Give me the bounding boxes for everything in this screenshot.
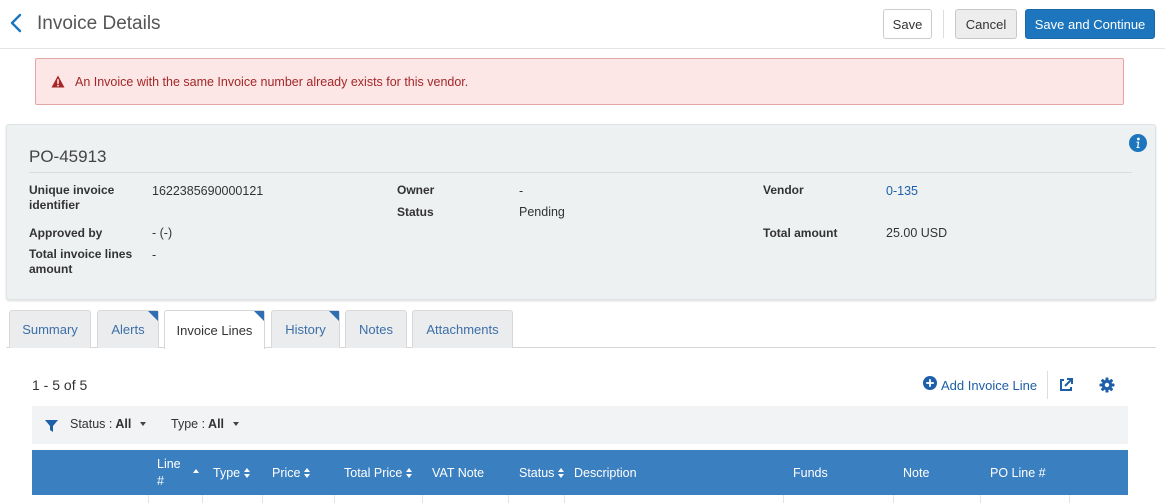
tab-invoice-lines[interactable]: Invoice Lines <box>164 310 265 349</box>
owner-value: - <box>519 184 524 198</box>
column-label: VAT Note <box>432 465 485 480</box>
sort-icon <box>406 467 413 478</box>
column-divider <box>893 495 894 503</box>
owner-label: Owner <box>397 183 435 197</box>
warning-icon <box>51 75 65 88</box>
approved-by-value: - (-) <box>152 226 173 240</box>
tab-summary[interactable]: Summary <box>9 310 91 348</box>
column-divider <box>564 495 565 503</box>
status-filter-value: All <box>115 417 132 431</box>
tab-label: Alerts <box>111 322 145 337</box>
tab-label: Attachments <box>426 322 499 337</box>
tab-indicator-flag <box>254 311 264 321</box>
column-divider <box>422 495 423 503</box>
column-label: Funds <box>793 465 828 480</box>
column-divider <box>508 495 509 503</box>
results-count: 1 - 5 of 5 <box>32 377 88 393</box>
column-header-note[interactable]: Note <box>903 450 929 495</box>
tab-label: Notes <box>359 322 393 337</box>
column-header-funds[interactable]: Funds <box>793 450 828 495</box>
column-divider <box>334 495 335 503</box>
tab-label: Summary <box>22 322 78 337</box>
column-header-status[interactable]: Status <box>519 450 565 495</box>
sort-icon <box>244 467 251 478</box>
error-alert: An Invoice with the same Invoice number … <box>35 58 1124 105</box>
sort-asc-icon <box>193 468 199 473</box>
column-label: Type <box>213 465 241 480</box>
column-divider <box>980 495 981 503</box>
plus-circle-icon <box>923 375 937 395</box>
tab-history[interactable]: History <box>271 310 340 348</box>
status-filter-dropdown[interactable]: Status : All <box>70 417 147 431</box>
column-label: Line # <box>157 456 181 488</box>
info-icon[interactable] <box>1129 134 1147 152</box>
invoice-lines-table-header: Line # Type Price Total Price VAT Note S… <box>32 450 1128 495</box>
table-body <box>32 495 1128 503</box>
status-label: Status <box>397 205 434 219</box>
chevron-down-icon <box>140 422 147 426</box>
vendor-label: Vendor <box>763 183 804 197</box>
toolbar-divider <box>1047 371 1048 399</box>
page-title: Invoice Details <box>37 13 161 34</box>
vendor-link[interactable]: 0-135 <box>886 184 918 199</box>
column-header-type[interactable]: Type <box>213 450 251 495</box>
column-header-total-price[interactable]: Total Price <box>344 450 413 495</box>
status-value: Pending <box>519 205 565 219</box>
invoice-title: PO-45913 <box>29 147 107 166</box>
back-chevron-icon[interactable] <box>8 12 26 34</box>
total-lines-amount-value: - <box>152 248 157 262</box>
column-label: Status <box>519 465 555 480</box>
column-divider <box>262 495 263 503</box>
page-header: Invoice Details Save Cancel Save and Con… <box>0 0 1165 49</box>
filter-icon[interactable] <box>45 419 58 432</box>
column-label: Description <box>574 465 637 480</box>
unique-id-value: 1622385690000121 <box>152 184 264 198</box>
approved-by-label: Approved by <box>29 226 103 240</box>
tab-label: History <box>285 322 326 337</box>
tab-indicator-flag <box>329 311 339 321</box>
details-divider <box>29 172 1132 173</box>
column-divider <box>202 495 203 503</box>
sort-icon <box>558 467 565 478</box>
save-button[interactable]: Save <box>883 9 932 39</box>
column-header-po-line[interactable]: PO Line # <box>990 450 1046 495</box>
status-filter-label: Status : <box>70 417 113 431</box>
column-label: Note <box>903 465 930 480</box>
column-divider <box>783 495 784 503</box>
total-lines-amount-label: Total invoice lines amount <box>29 247 133 276</box>
tab-bar: Summary Alerts Invoice Lines History Not… <box>6 310 1156 349</box>
tab-attachments[interactable]: Attachments <box>412 310 513 348</box>
column-divider <box>1069 495 1070 503</box>
sort-icon <box>304 467 311 478</box>
gear-icon[interactable] <box>1099 377 1115 393</box>
type-filter-label: Type : <box>171 417 206 431</box>
alert-message: An Invoice with the same Invoice number … <box>75 75 469 89</box>
add-invoice-line-button[interactable]: Add Invoice Line <box>923 375 1038 395</box>
total-amount-value: 25.00 USD <box>886 226 948 240</box>
cancel-button[interactable]: Cancel <box>955 9 1017 39</box>
header-divider <box>943 10 944 38</box>
external-link-icon[interactable] <box>1058 377 1074 393</box>
filter-bar: Status : All Type : All <box>32 406 1128 444</box>
tab-alerts[interactable]: Alerts <box>97 310 159 348</box>
tab-indicator-flag <box>148 311 158 321</box>
unique-id-label: Unique invoice identifier <box>29 183 115 212</box>
column-divider <box>148 495 149 503</box>
column-header-vat-note[interactable]: VAT Note <box>432 450 484 495</box>
save-and-continue-button[interactable]: Save and Continue <box>1025 9 1155 39</box>
tab-notes[interactable]: Notes <box>345 310 407 348</box>
chevron-down-icon <box>233 422 240 426</box>
column-header-price[interactable]: Price <box>272 450 311 495</box>
type-filter-dropdown[interactable]: Type : All <box>171 417 240 431</box>
column-header-line-number[interactable]: Line # <box>157 450 217 495</box>
total-amount-label: Total amount <box>763 226 838 240</box>
add-invoice-line-label: Add Invoice Line <box>941 377 1038 393</box>
column-label: Total Price <box>344 465 403 480</box>
column-label: Price <box>272 465 301 480</box>
tab-label: Invoice Lines <box>176 322 253 338</box>
type-filter-value: All <box>208 417 225 431</box>
invoice-details-panel: PO-45913 Unique invoice identifier 16223… <box>6 124 1156 300</box>
column-header-description[interactable]: Description <box>574 450 637 495</box>
column-label: PO Line # <box>990 465 1046 480</box>
